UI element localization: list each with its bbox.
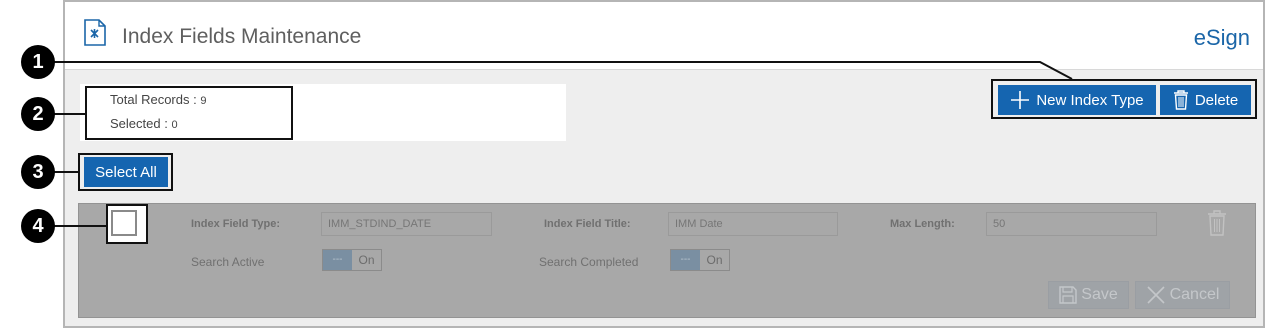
stage: Index Fields Maintenance eSign Total Rec… [0,0,1265,328]
callout-connectors [38,61,1073,227]
callout-4: 4 [21,209,55,243]
callout-3: 3 [21,155,55,189]
callout-2: 2 [21,97,55,131]
callout-1: 1 [21,45,55,79]
